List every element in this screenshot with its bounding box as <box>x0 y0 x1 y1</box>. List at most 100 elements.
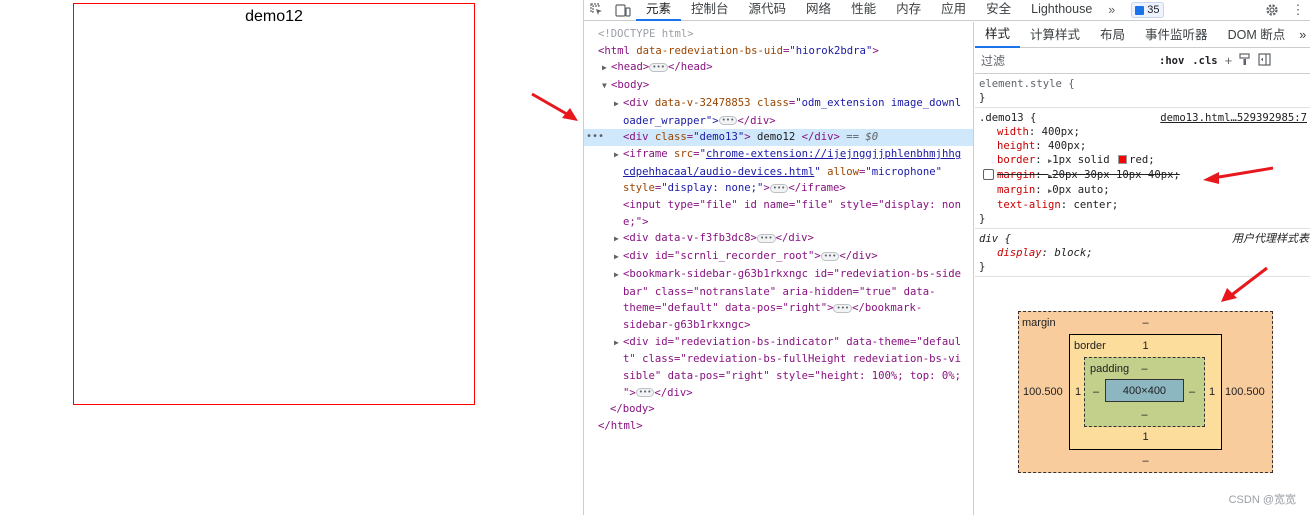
tab-sources[interactable]: 源代码 <box>739 0 797 21</box>
decl-width[interactable]: width: 400px; <box>979 125 1307 139</box>
tree-line-doctype[interactable]: <!DOCTYPE html> <box>584 26 973 43</box>
decl-display[interactable]: display: block; <box>979 246 1307 260</box>
expand-triangle-icon[interactable]: ▶ <box>614 335 623 352</box>
border-left-value[interactable]: 1 <box>1075 386 1081 398</box>
more-dots-icon[interactable]: ••• <box>586 129 604 146</box>
paint-brush-icon[interactable] <box>1239 52 1251 69</box>
tree-line-html[interactable]: <html data-redeviation-bs-uid="hiorok2bd… <box>584 43 973 60</box>
margin-left-value[interactable]: 100.500 <box>1023 386 1063 398</box>
expand-triangle-icon[interactable]: ▶ <box>614 96 623 113</box>
cls-button[interactable]: .cls <box>1192 55 1217 67</box>
tab-styles[interactable]: 样式 <box>975 22 1021 48</box>
tree-line-iframe[interactable]: ▶ <iframe src="chrome-extension://ijejngg… <box>584 146 973 164</box>
tree-line-div-odm-cont[interactable]: oader_wrapper"> ••• </div> <box>584 113 973 130</box>
color-swatch[interactable] <box>1118 155 1128 164</box>
rule-source-link[interactable]: demo13.html…529392985:7 <box>1160 111 1307 125</box>
more-options-icon[interactable]: ⋮ <box>1285 0 1310 21</box>
collapse-triangle-icon[interactable]: ▼ <box>602 78 611 95</box>
toggle-sidebar-icon[interactable] <box>1258 52 1271 69</box>
tree-line-bookmark-4[interactable]: sidebar-g63b1rkxngc> <box>584 317 973 334</box>
expand-triangle-icon[interactable]: ▶ <box>614 267 623 284</box>
attr-value-cont: oader_wrapper"> <box>623 114 719 127</box>
ellipsis-icon[interactable]: ••• <box>649 62 668 72</box>
ellipsis-icon[interactable]: ••• <box>718 116 738 126</box>
padding-top-value[interactable]: – <box>1110 363 1179 375</box>
ellipsis-icon[interactable]: ••• <box>833 303 853 313</box>
decl-height[interactable]: height: 400px; <box>979 139 1307 153</box>
tab-dom-breakpoints[interactable]: DOM 断点 <box>1218 22 1296 48</box>
element-style-rule[interactable]: element.style { } <box>975 74 1310 108</box>
tree-line-iframe-cont[interactable]: cdpehhacaal/audio-devices.html" allow="m… <box>584 164 973 181</box>
tab-layout[interactable]: 布局 <box>1090 22 1135 48</box>
expand-triangle-icon[interactable]: ▶ <box>614 147 623 164</box>
device-toolbar-icon[interactable] <box>610 0 636 21</box>
iframe-close-tag: </iframe> <box>788 182 846 195</box>
prop-value-color: red; <box>1129 154 1155 166</box>
tree-line-bookmark-3[interactable]: theme="default" data-pos="right"> ••• </bo… <box>584 300 973 317</box>
tab-elements[interactable]: 元素 <box>636 0 682 21</box>
tab-security[interactable]: 安全 <box>976 0 1021 21</box>
iframe-src-link-cont[interactable]: cdpehhacaal/audio-devices.html <box>623 166 814 178</box>
tree-line-bookmark-2[interactable]: bar" class="notranslate" aria-hidden="tr… <box>584 284 973 301</box>
inspect-element-icon[interactable] <box>584 0 610 21</box>
ellipsis-icon[interactable]: ••• <box>756 233 776 243</box>
tree-line-indicator-2[interactable]: t" class="redeviation-bs-fullHeight rede… <box>584 351 973 368</box>
issues-badge[interactable]: 35 <box>1131 2 1164 18</box>
margin-right-value[interactable]: 100.500 <box>1225 386 1265 398</box>
hov-button[interactable]: :hov <box>1159 55 1184 67</box>
iframe-src-link[interactable]: chrome-extension://ijejnggjjphlenbhmjhhg <box>706 148 961 160</box>
tree-line-html-close[interactable]: </html> <box>584 418 973 435</box>
tab-application[interactable]: 应用 <box>931 0 976 21</box>
tree-line-body-close[interactable]: </body> <box>584 401 973 418</box>
more-tabs-chevron-icon[interactable]: » <box>1102 3 1121 17</box>
tab-performance[interactable]: 性能 <box>841 0 886 21</box>
border-bottom-value[interactable]: 1 <box>1069 431 1222 443</box>
tree-line-indicator-4[interactable]: "> ••• </div> <box>584 385 973 402</box>
div-close-tag: </div> <box>775 232 814 245</box>
filter-input[interactable]: 过滤 <box>981 52 1151 69</box>
tree-line-div-odm[interactable]: ▶ <div data-v-32478853 class="odm_extensi… <box>584 95 973 113</box>
rule-close-brace: } <box>979 213 986 225</box>
ellipsis-icon[interactable]: ••• <box>820 251 840 261</box>
border-top-value[interactable]: 1 <box>1069 340 1222 352</box>
tab-computed[interactable]: 计算样式 <box>1020 22 1090 48</box>
tab-event-listeners[interactable]: 事件监听器 <box>1135 22 1218 48</box>
tab-lighthouse[interactable]: Lighthouse <box>1021 0 1102 21</box>
tree-line-indicator[interactable]: ▶ <div id="redeviation-bs-indicator" data… <box>584 334 973 352</box>
padding-right-value[interactable]: – <box>1189 386 1195 398</box>
tab-network[interactable]: 网络 <box>796 0 841 21</box>
expand-triangle-icon[interactable]: ▶ <box>614 249 623 266</box>
expand-triangle-icon[interactable]: ▶ <box>614 231 623 248</box>
more-tabs-chevron-icon[interactable]: » <box>1295 22 1310 48</box>
tree-line-div-recorder[interactable]: ▶ <div id="scrnli_recorder_root"> ••• </div… <box>584 248 973 266</box>
settings-gear-icon[interactable] <box>1259 0 1285 21</box>
padding-left-value[interactable]: – <box>1093 386 1099 398</box>
html-open-tag: <html <box>598 44 630 57</box>
disable-checkbox[interactable] <box>983 169 994 180</box>
margin-top-value[interactable]: – <box>1018 317 1273 329</box>
border-right-value[interactable]: 1 <box>1209 386 1215 398</box>
bookmark-tag-cont: bar" class="notranslate" aria-hidden="tr… <box>623 285 936 298</box>
ellipsis-icon[interactable]: ••• <box>635 388 655 398</box>
tree-line-div-fb[interactable]: ▶ <div data-v-f3fb3dc8> ••• </div> <box>584 230 973 248</box>
devtools-panel: 元素 控制台 源代码 网络 性能 内存 应用 安全 Lighthouse » 3… <box>583 0 1310 515</box>
ellipsis-icon[interactable]: ••• <box>769 183 789 193</box>
margin-bottom-value[interactable]: – <box>1018 455 1273 467</box>
tree-line-head[interactable]: ▶ <head> ••• </head> <box>584 59 973 77</box>
decl-margin[interactable]: margin: ▶0px auto; <box>979 183 1307 198</box>
tree-line-indicator-3[interactable]: sible" data-pos="right" style="height: 1… <box>584 368 973 385</box>
tree-line-iframe-style[interactable]: style="display: none;"> ••• </iframe> <box>584 180 973 197</box>
decl-text-align[interactable]: text-align: center; <box>979 198 1307 212</box>
tree-line-bookmark[interactable]: ▶ <bookmark-sidebar-g63b1rkxngc id="redev… <box>584 266 973 284</box>
tree-line-selected-demo13[interactable]: ••• <div class="demo13"> demo12 </div> =… <box>584 129 973 146</box>
expand-triangle-icon[interactable]: ▶ <box>602 60 611 77</box>
tab-console[interactable]: 控制台 <box>681 0 739 21</box>
content-size-value[interactable]: 400×400 <box>1105 385 1184 397</box>
tree-line-body[interactable]: ▼ <body> <box>584 77 973 95</box>
html-close-tag: </html> <box>598 420 643 433</box>
tab-memory[interactable]: 内存 <box>886 0 931 21</box>
padding-bottom-value[interactable]: – <box>1084 409 1205 421</box>
add-rule-icon[interactable]: + <box>1225 53 1233 68</box>
tree-line-input[interactable]: <input type="file" id name="file" style=… <box>584 197 973 214</box>
tree-line-input-cont[interactable]: e;"> <box>584 214 973 231</box>
